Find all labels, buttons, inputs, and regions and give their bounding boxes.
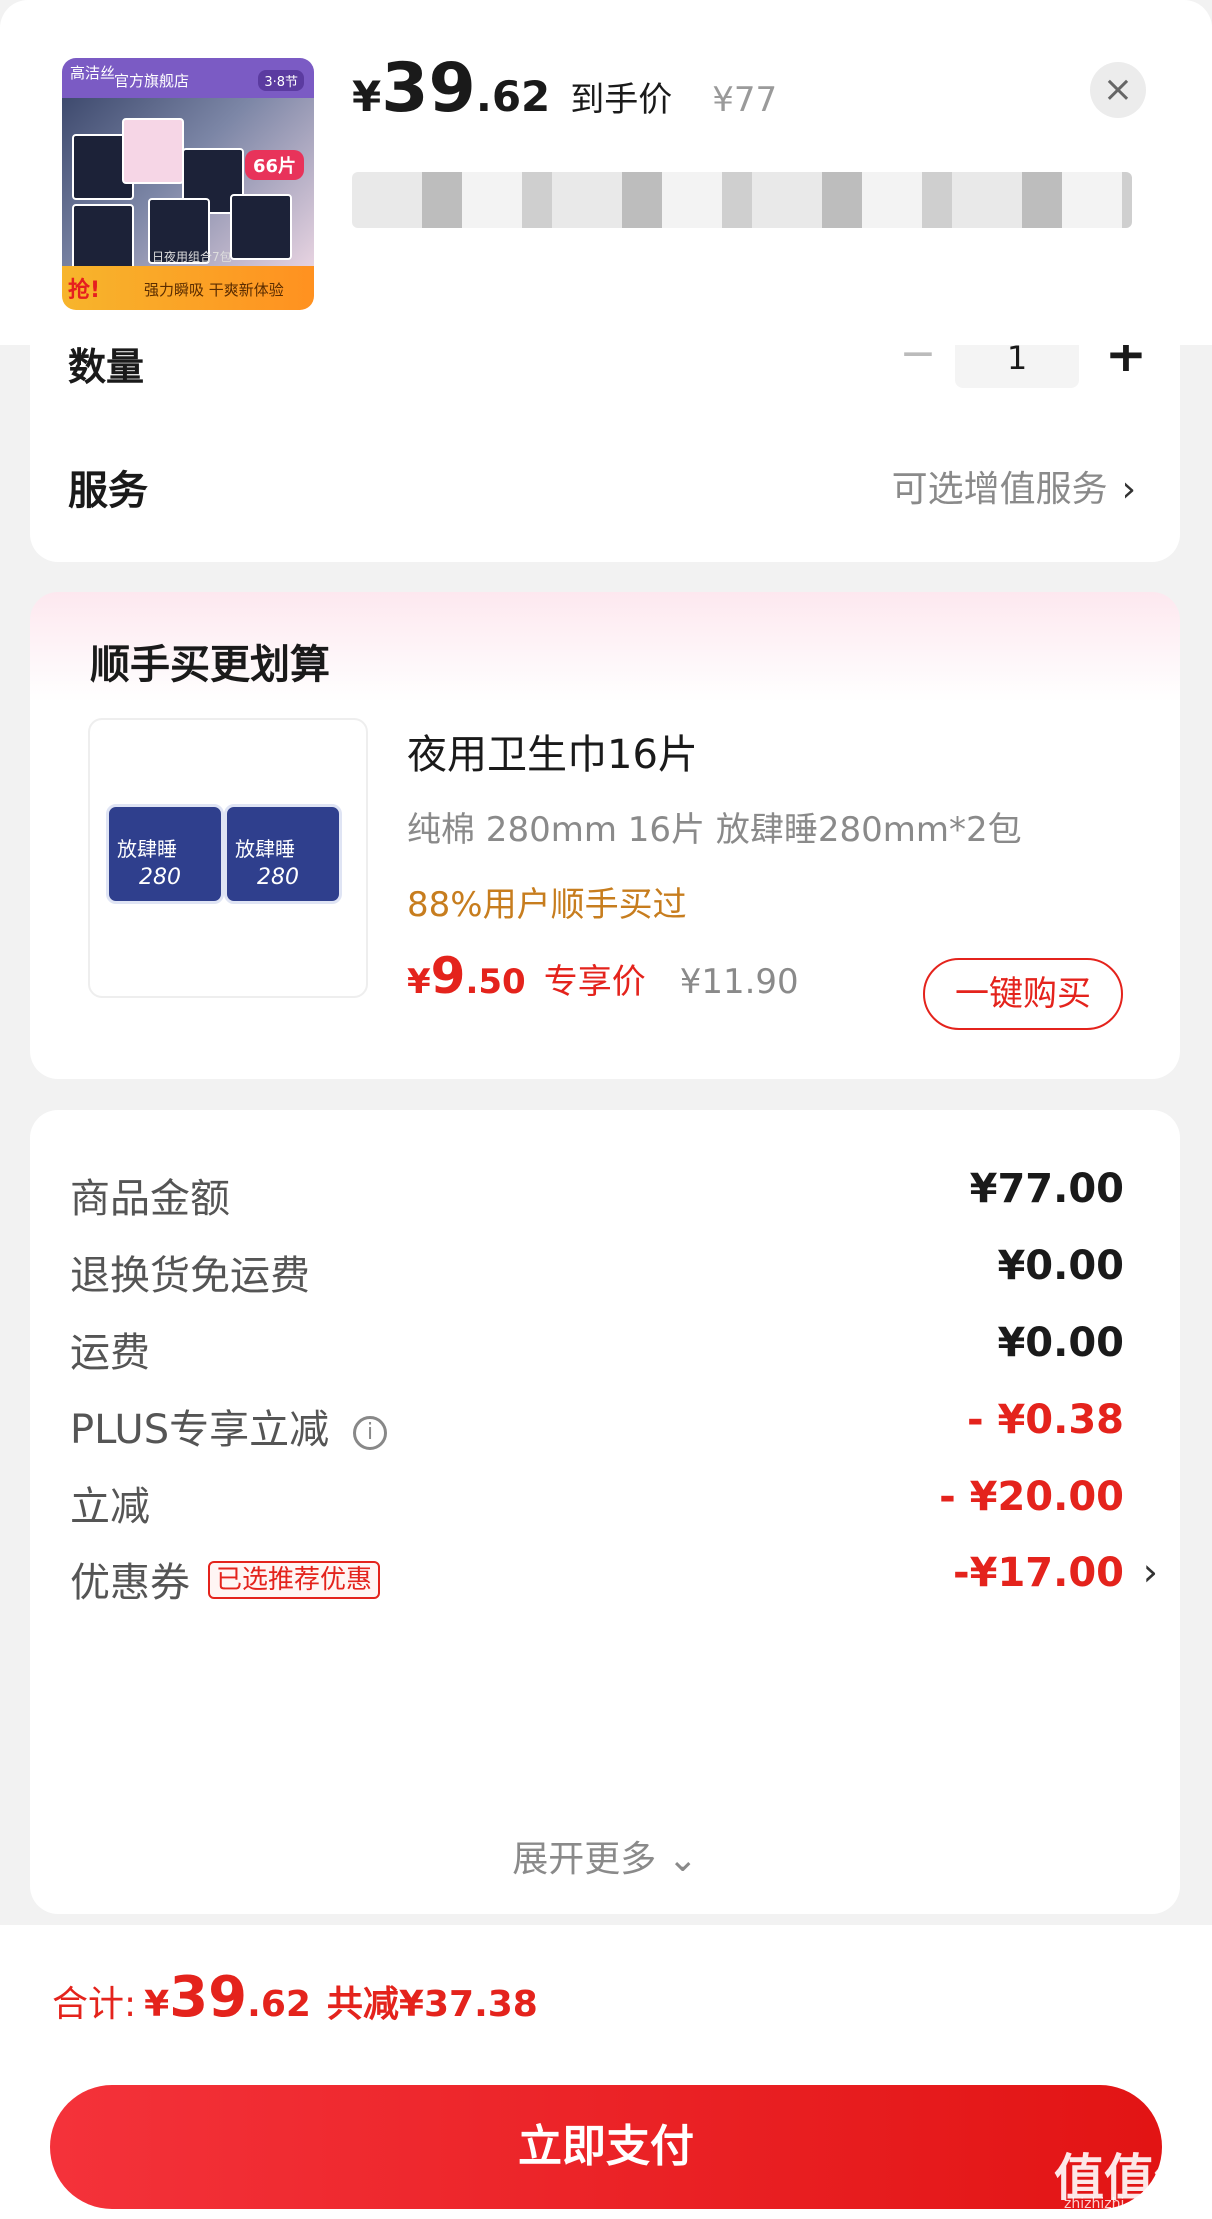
final-price: ¥ 39 .62 到手价 ¥77 (352, 55, 777, 135)
thumb-festival: 3·8节 (258, 70, 304, 91)
price-integer: 39 (381, 49, 476, 128)
price-currency: ¥ (352, 72, 382, 121)
pad-package: 放肆睡 280 (106, 804, 224, 904)
bundle-price-decimal: .50 (465, 962, 526, 1002)
checkout-footer: 合计: ¥ 39 .62 共减¥37.38 立即支付 (0, 1925, 1212, 2219)
total-integer: 39 (169, 1965, 248, 2030)
pad-size: 280 (257, 865, 299, 890)
pad-label: 放肆睡 (117, 837, 177, 861)
one-click-buy-button[interactable]: 一键购买 (923, 958, 1123, 1030)
thumb-package (230, 194, 292, 260)
bundle-price-currency: ¥ (407, 962, 431, 1002)
chevron-right-icon: › (1142, 1550, 1158, 1594)
summary-row-plus: PLUS专享立减 i - ¥0.38 (70, 1397, 1124, 1457)
service-value: 可选增值服务 (891, 469, 1108, 510)
bundle-card: 顺手买更划算 放肆睡 280 放肆睡 280 夜用卫生巾16片 纯棉 280mm… (30, 592, 1180, 1079)
summary-label: PLUS专享立减 i (70, 1397, 388, 1455)
price-tag: 到手价 (570, 80, 673, 120)
product-thumbnail[interactable]: 高洁丝 官方旗舰店 3·8节 66片 日夜用组合7包 抢! 强力瞬吸 干爽新体验 (62, 58, 314, 310)
summary-label: 退换货免运费 (70, 1253, 310, 1299)
coupon-badge: 已选推荐优惠 (208, 1561, 381, 1599)
price-decimal: .62 (475, 72, 551, 121)
service-label: 服务 (68, 468, 148, 514)
thumb-store: 官方旗舰店 (114, 72, 190, 90)
summary-label: 立减 (70, 1484, 150, 1530)
bundle-original-price: ¥11.90 (679, 962, 799, 1002)
thumb-brand: 高洁丝 (70, 64, 116, 82)
service-selector[interactable]: 可选增值服务 › (892, 460, 1136, 512)
summary-value: - ¥20.00 (939, 1474, 1124, 1520)
thumb-slogan: 强力瞬吸 干爽新体验 (144, 281, 284, 299)
thumb-banner: 高洁丝 官方旗舰店 3·8节 (62, 58, 314, 98)
summary-value: - ¥0.38 (966, 1397, 1124, 1443)
bundle-product-image[interactable]: 放肆睡 280 放肆睡 280 (88, 718, 368, 998)
summary-value: ¥77.00 (969, 1166, 1124, 1212)
summary-value: ¥0.00 (997, 1243, 1124, 1289)
watermark-url: zhizhizhi.com (1064, 2196, 1159, 2212)
summary-value: -¥17.00 (953, 1550, 1124, 1596)
pad-label: 放肆睡 (235, 837, 295, 861)
thumb-packages: 66片 (62, 98, 314, 270)
summary-row: 立减 - ¥20.00 (70, 1474, 1124, 1534)
blurred-selected-spec[interactable] (352, 172, 1132, 228)
summary-label: 运费 (70, 1330, 150, 1376)
info-icon[interactable]: i (353, 1416, 388, 1450)
close-icon[interactable]: × (1090, 62, 1146, 118)
summary-row: 商品金额 ¥77.00 (70, 1166, 1124, 1226)
summary-row: 退换货免运费 ¥0.00 (70, 1243, 1124, 1303)
thumb-count-badge: 66片 (244, 150, 304, 180)
pad-size: 280 (139, 865, 181, 890)
thumb-grab: 抢! (68, 278, 101, 303)
chevron-right-icon: › (1121, 469, 1136, 510)
summary-label: 优惠券 已选推荐优惠 (70, 1550, 381, 1608)
thumb-package (122, 118, 184, 184)
pad-package: 放肆睡 280 (224, 804, 342, 904)
plus-discount-label: PLUS专享立减 (70, 1407, 330, 1453)
bundle-product-spec: 纯棉 280mm 16片 放肆睡280mm*2包 (407, 810, 1022, 850)
total-currency: ¥ (144, 1984, 170, 2025)
bundle-price: ¥ 9 .50 专享价 ¥11.90 (407, 947, 799, 1007)
summary-label: 商品金额 (70, 1176, 230, 1222)
coupon-label: 优惠券 (70, 1560, 190, 1606)
bundle-title: 顺手买更划算 (90, 642, 330, 688)
summary-row: 运费 ¥0.00 (70, 1320, 1124, 1380)
expand-more-button[interactable]: 展开更多 ⌄ (30, 1830, 1180, 1882)
pay-now-button[interactable]: 立即支付 (50, 2085, 1162, 2209)
thumb-slogan-bar: 抢! 强力瞬吸 干爽新体验 (62, 266, 314, 310)
thumb-package (72, 204, 134, 270)
total-decimal: .62 (247, 1984, 311, 2025)
total-label: 合计: (52, 1984, 137, 2025)
original-price: ¥77 (712, 80, 778, 120)
product-header: 高洁丝 官方旗舰店 3·8节 66片 日夜用组合7包 抢! 强力瞬吸 干爽新体验… (0, 0, 1212, 345)
price-summary-card: 商品金额 ¥77.00 退换货免运费 ¥0.00 运费 ¥0.00 PLUS专享… (30, 1110, 1180, 1914)
bundle-price-integer: 9 (430, 947, 466, 1005)
total-savings: 共减¥37.38 (326, 1984, 538, 2025)
bundle-product-name[interactable]: 夜用卫生巾16片 (407, 722, 698, 780)
coupon-row[interactable]: 优惠券 已选推荐优惠 -¥17.00 › (70, 1550, 1158, 1610)
summary-value: ¥0.00 (997, 1320, 1124, 1366)
thumb-note: 日夜用组合7包 (152, 250, 232, 264)
order-total: 合计: ¥ 39 .62 共减¥37.38 (52, 1965, 538, 2045)
bundle-price-tag: 专享价 (543, 962, 646, 1002)
bundle-social-proof: 88%用户顺手买过 (407, 885, 687, 925)
